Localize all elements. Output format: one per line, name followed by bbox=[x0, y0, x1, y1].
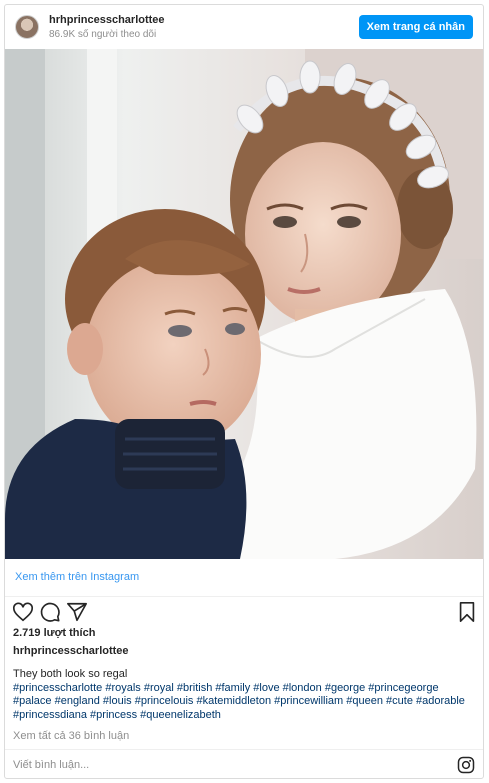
comment-input[interactable] bbox=[13, 756, 433, 774]
comment-icon[interactable] bbox=[39, 601, 61, 623]
comment-bar bbox=[5, 749, 483, 780]
view-profile-button[interactable]: Xem trang cá nhân bbox=[358, 15, 473, 39]
caption-hashtags[interactable]: #princesscharlotte #royals #royal #briti… bbox=[13, 682, 473, 723]
instagram-embed-card: hrhprincesscharlottee 86.9K số người the… bbox=[4, 4, 484, 779]
view-all-comments-link[interactable]: Xem tất cả 36 bình luận bbox=[13, 730, 129, 742]
bookmark-icon[interactable] bbox=[456, 601, 478, 623]
post-photo[interactable] bbox=[5, 49, 483, 559]
caption-text: They both look so regal bbox=[13, 668, 128, 680]
follower-count: 86.9K số người theo dõi bbox=[49, 29, 157, 40]
post-owner[interactable]: hrhprincesscharlottee bbox=[13, 645, 129, 657]
instagram-icon[interactable] bbox=[457, 756, 475, 774]
view-more-link[interactable]: Xem thêm trên Instagram bbox=[15, 571, 139, 583]
avatar[interactable] bbox=[15, 15, 39, 39]
view-more-section: Xem thêm trên Instagram bbox=[5, 559, 483, 597]
action-bar bbox=[5, 597, 483, 625]
share-icon[interactable] bbox=[66, 601, 88, 623]
username[interactable]: hrhprincesscharlottee bbox=[49, 14, 165, 26]
like-count[interactable]: 2.719 lượt thích bbox=[13, 627, 95, 639]
photo-illustration bbox=[5, 49, 483, 559]
post-header: hrhprincesscharlottee 86.9K số người the… bbox=[5, 5, 483, 49]
caption: They both look so regal #princesscharlot… bbox=[13, 668, 473, 722]
heart-icon[interactable] bbox=[12, 601, 34, 623]
